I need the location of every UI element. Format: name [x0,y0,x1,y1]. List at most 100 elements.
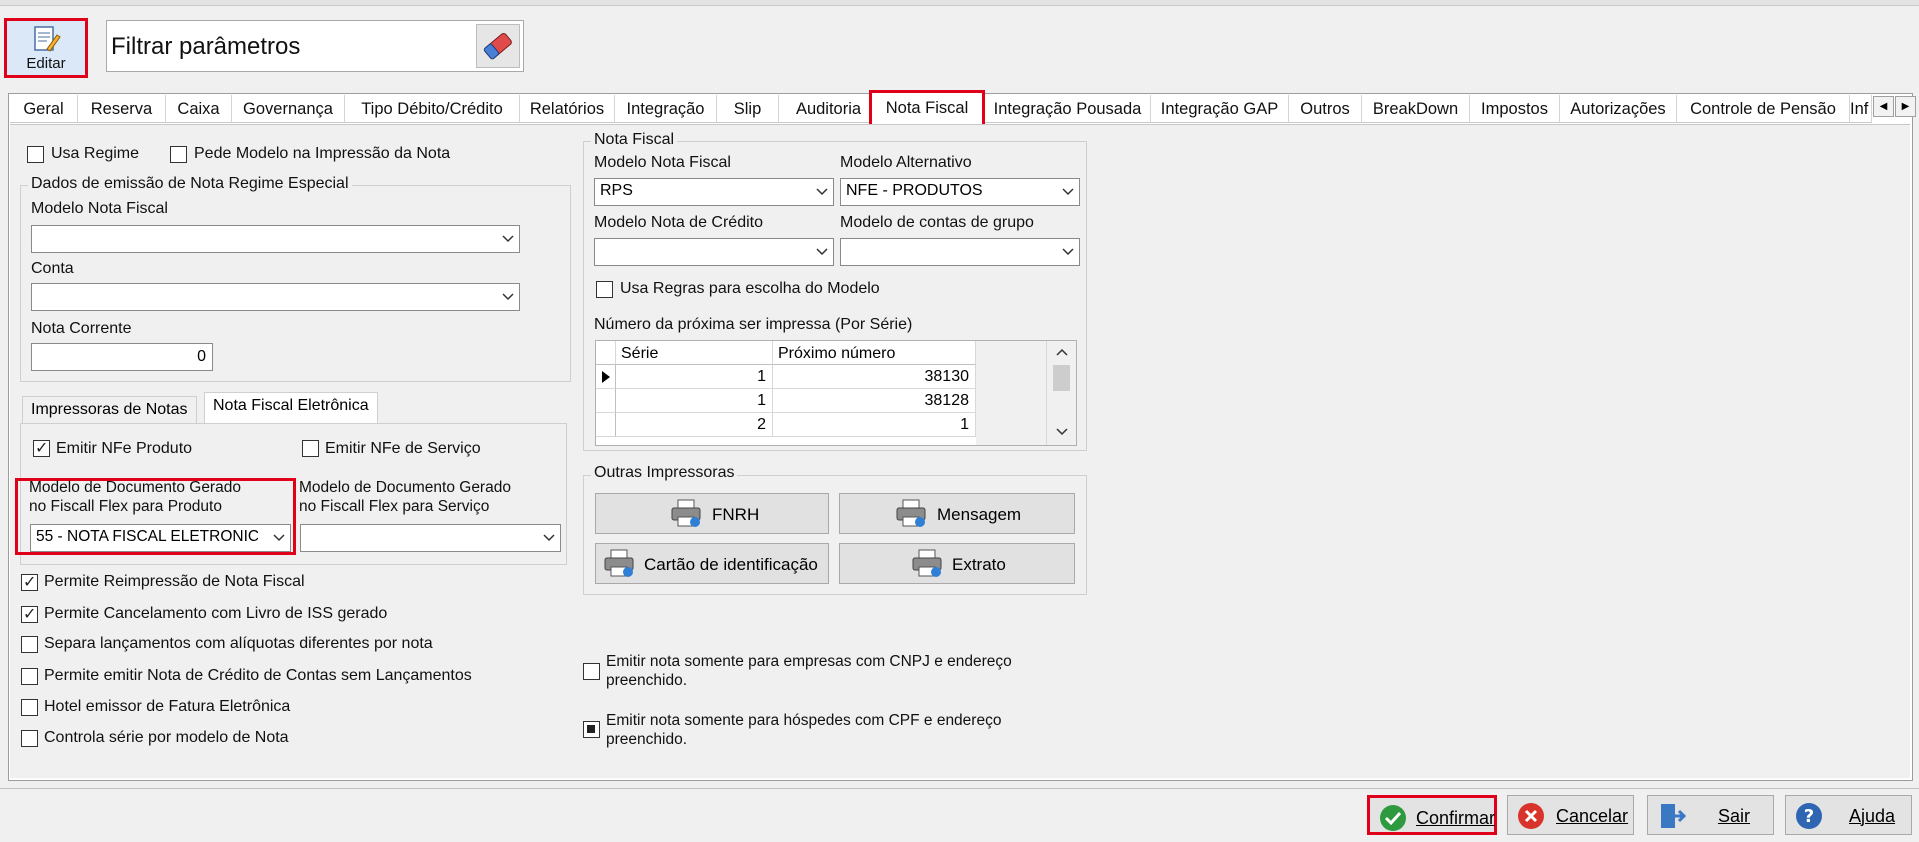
modelo-nota-fiscal-select[interactable] [31,225,520,253]
modelo-nota-fiscal-right-select[interactable]: RPS [594,178,834,206]
subtab-impressoras-de-notas[interactable]: Impressoras de Notas [22,396,197,424]
mensagem-label: Mensagem [937,505,1022,524]
edit-button[interactable]: Editar [4,18,88,78]
grid-cell-proximo[interactable]: 38130 [773,365,976,389]
modelo-nota-fiscal-right-label: Modelo Nota Fiscal [594,154,731,171]
row-selector-current[interactable] [596,365,616,389]
printer-icon [671,499,701,527]
emitir-nfe-produto-checkbox[interactable] [33,438,50,458]
tab-integracao[interactable]: Integração [615,95,717,123]
tab-nota-fiscal[interactable]: Nota Fiscal [869,90,985,124]
tab-integracao-pousada[interactable]: Integração Pousada [985,95,1151,123]
modelo-alternativo-select[interactable]: NFE - PRODUTOS [840,178,1080,206]
tab-outros[interactable]: Outros [1289,95,1362,123]
check-circle-icon [1380,805,1406,831]
outras-impressoras-title: Outras Impressoras [591,464,738,482]
modelo-nota-credito-select[interactable] [594,238,834,266]
emitir-nfe-produto-label: Emitir NFe Produto [56,440,193,457]
clear-filter-button[interactable] [476,24,520,68]
modelo-doc-produto-select[interactable]: 55 - NOTA FISCAL ELETRONICA [30,524,291,552]
chevron-down-icon [543,534,555,542]
svg-text:?: ? [1804,806,1814,827]
tab-inf[interactable]: Inf [1850,95,1872,123]
permite-cancelamento-label: Permite Cancelamento com Livro de ISS ge… [44,605,388,622]
tab-reserva[interactable]: Reserva [78,95,166,123]
permite-cancelamento-checkbox[interactable] [21,604,38,624]
sair-button[interactable]: Sair [1647,795,1774,835]
tab-relatorios[interactable]: Relatórios [520,95,615,123]
modelo-alternativo-label: Modelo Alternativo [840,154,972,171]
modelo-contas-grupo-select[interactable] [840,238,1080,266]
grid-scrollbar[interactable] [1046,341,1076,445]
controla-serie-checkbox[interactable] [21,730,38,747]
nota-fiscal-group-title: Nota Fiscal [591,131,678,149]
numero-proxima-label: Número da próxima ser impressa (Por Séri… [594,316,913,333]
grid-header-serie: Série [616,341,773,365]
cartao-identificacao-button[interactable]: Cartão de identificação [595,543,829,584]
tab-controle-de-pensao[interactable]: Controle de Pensão [1677,95,1850,123]
chevron-down-icon [273,534,285,542]
cancel-circle-icon [1518,803,1544,829]
chevron-down-icon [816,188,828,196]
subtab-nota-fiscal-eletronica[interactable]: Nota Fiscal Eletrônica [204,392,378,424]
emitir-cnpj-checkbox[interactable] [583,663,600,680]
tab-impostos[interactable]: Impostos [1470,95,1560,123]
row-selector[interactable] [596,389,616,413]
separa-lancamentos-checkbox[interactable] [21,636,38,653]
usa-regras-checkbox[interactable] [596,281,613,298]
tab-scroll-left-button[interactable]: ◀ [1873,96,1894,117]
emitir-nfe-servico-checkbox[interactable] [302,440,319,457]
modelo-doc-servico-select[interactable] [300,524,561,552]
filter-label: Filtrar parâmetros [111,33,301,60]
tab-governanca[interactable]: Governança [232,95,345,123]
pede-modelo-checkbox[interactable] [170,146,187,163]
tab-scroll-right-button[interactable]: ▶ [1895,96,1916,117]
modelo-doc-servico-label-2: no Fiscall Flex para Serviço [299,498,490,515]
modelo-doc-servico-label-1: Modelo de Documento Gerado [299,479,511,496]
eraser-icon [483,32,512,60]
usa-regras-label: Usa Regras para escolha do Modelo [620,280,880,297]
mensagem-button[interactable]: Mensagem [839,493,1075,534]
tab-autorizacoes[interactable]: Autorizações [1560,95,1677,123]
grid-empty-area [976,341,1046,445]
tab-geral[interactable]: Geral [10,95,78,123]
grid-cell-proximo[interactable]: 1 [773,413,976,437]
printer-icon [896,499,926,527]
modelo-doc-produto-label-1: Modelo de Documento Gerado [29,479,241,496]
grid-cell-proximo[interactable]: 38128 [773,389,976,413]
hotel-emissor-fatura-label: Hotel emissor de Fatura Eletrônica [44,698,291,715]
cancelar-button[interactable]: Cancelar [1507,795,1634,835]
tab-breakdown[interactable]: BreakDown [1362,95,1470,123]
grid-cell-serie[interactable]: 2 [616,413,773,437]
grid-cell-serie[interactable]: 1 [616,365,773,389]
extrato-label: Extrato [952,555,1006,574]
confirmar-button[interactable]: Confirmar [1367,795,1497,835]
ajuda-button[interactable]: ? Ajuda [1785,795,1912,835]
nota-corrente-input[interactable]: 0 [31,343,213,371]
row-selector[interactable] [596,413,616,437]
cancelar-label: Cancelar [1556,806,1629,826]
hotel-emissor-fatura-checkbox[interactable] [21,699,38,716]
chevron-down-icon [1062,188,1074,196]
scroll-thumb[interactable] [1053,365,1070,391]
conta-select[interactable] [31,283,520,311]
tab-caixa[interactable]: Caixa [166,95,232,123]
emitir-cpf-checkbox[interactable] [583,721,600,738]
tab-auditoria[interactable]: Auditoria [779,95,879,123]
usa-regime-label: Usa Regime [51,145,140,162]
chevron-down-icon [1062,248,1074,256]
fnrh-button[interactable]: FNRH [595,493,829,534]
tab-integracao-gap[interactable]: Integração GAP [1151,95,1289,123]
extrato-button[interactable]: Extrato [839,543,1075,584]
filter-parameters-input[interactable]: Filtrar parâmetros [106,20,524,72]
usa-regime-checkbox[interactable] [27,146,44,163]
permite-reimpressao-checkbox[interactable] [21,572,38,592]
emitir-cnpj-label-1: Emitir nota somente para empresas com CN… [606,653,1012,670]
permite-nota-credito-checkbox[interactable] [21,668,38,685]
permite-nota-credito-label: Permite emitir Nota de Crédito de Contas… [44,667,472,684]
modelo-nota-fiscal-label: Modelo Nota Fiscal [31,200,168,217]
tab-tipo-debito-credito[interactable]: Tipo Débito/Crédito [345,95,520,123]
grid-cell-serie[interactable]: 1 [616,389,773,413]
tab-slip[interactable]: Slip [717,95,779,123]
regime-especial-title: Dados de emissão de Nota Regime Especial [28,175,352,193]
